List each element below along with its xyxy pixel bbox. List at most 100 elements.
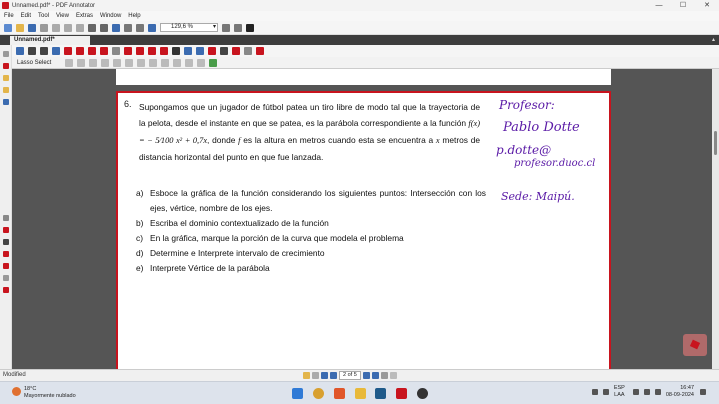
new-icon[interactable] <box>4 23 12 32</box>
first-page-icon[interactable] <box>321 372 328 379</box>
store-icon[interactable] <box>375 388 386 399</box>
handwritten-profesor-label[interactable]: Profesor: <box>499 98 555 112</box>
favorites-panel-icon[interactable] <box>3 215 9 221</box>
distribute-icon[interactable] <box>125 58 134 67</box>
delete-icon[interactable] <box>197 58 206 67</box>
layers-panel-icon[interactable] <box>3 275 9 281</box>
hand-tool-icon[interactable] <box>112 23 120 32</box>
zoom-select[interactable]: 129,6 % <box>160 23 218 32</box>
notes-panel-icon[interactable] <box>3 87 9 93</box>
pages-panel-icon[interactable] <box>3 51 9 57</box>
favorites-icon[interactable] <box>256 47 264 55</box>
file-explorer-icon[interactable] <box>355 388 366 399</box>
menu-edit[interactable]: Edit <box>21 13 31 19</box>
microphone-icon[interactable] <box>602 389 609 395</box>
zoom-in-icon[interactable] <box>124 23 132 32</box>
open-icon[interactable] <box>16 23 24 32</box>
ellipse-icon[interactable] <box>160 47 168 55</box>
grid-icon[interactable] <box>244 47 252 55</box>
menu-extras[interactable]: Extras <box>76 13 93 19</box>
fullscreen-icon[interactable] <box>246 23 254 32</box>
tab-unnamed-pdf[interactable]: Unnamed.pdf* <box>10 36 90 45</box>
handwritten-email-user[interactable]: p.dotte@ <box>496 143 551 157</box>
weather-widget[interactable]: 18°C Mayormente nublado <box>24 386 76 400</box>
cut-icon[interactable] <box>52 23 60 32</box>
duplicate-icon[interactable] <box>185 58 194 67</box>
stamp-icon[interactable] <box>100 47 108 55</box>
image-icon[interactable] <box>208 47 216 55</box>
bring-front-icon[interactable] <box>101 58 110 67</box>
link-icon[interactable] <box>184 47 192 55</box>
zoom-out-icon[interactable] <box>136 23 144 32</box>
size-icon[interactable] <box>161 58 170 67</box>
marker-panel-icon[interactable] <box>3 251 9 257</box>
rectangle-icon[interactable] <box>148 47 156 55</box>
arrow-icon[interactable] <box>136 47 144 55</box>
magnifier-icon[interactable] <box>52 47 60 55</box>
print-icon[interactable] <box>40 23 48 32</box>
lock-icon[interactable] <box>173 58 182 67</box>
select-tool-icon[interactable] <box>16 47 24 55</box>
start-icon[interactable] <box>292 388 303 399</box>
weather-icon[interactable] <box>12 387 21 396</box>
network-icon[interactable] <box>632 389 639 395</box>
redo-icon[interactable] <box>100 23 108 32</box>
menu-help[interactable]: Help <box>128 13 140 19</box>
bookmark-icon[interactable] <box>303 372 310 379</box>
pen-panel-icon[interactable] <box>3 239 9 245</box>
thumbnails-icon[interactable] <box>312 372 319 379</box>
pointer-icon[interactable] <box>232 47 240 55</box>
line-icon[interactable] <box>124 47 132 55</box>
close-button[interactable]: ✕ <box>695 0 719 11</box>
eraser-icon[interactable] <box>88 47 96 55</box>
pen-icon[interactable] <box>64 47 72 55</box>
battery-icon[interactable] <box>654 389 661 395</box>
chevron-up-icon[interactable] <box>591 389 598 395</box>
brave-icon[interactable] <box>334 388 345 399</box>
menu-file[interactable]: File <box>4 13 14 19</box>
ungroup-icon[interactable] <box>89 58 98 67</box>
pdf-page[interactable]: 6. Supongamos que un jugador de fútbol p… <box>116 91 611 376</box>
rotate-icon[interactable] <box>137 58 146 67</box>
floating-pen-button[interactable] <box>683 334 707 356</box>
menu-view[interactable]: View <box>56 13 69 19</box>
settings-panel-icon[interactable] <box>3 287 9 293</box>
fit-page-icon[interactable] <box>234 23 242 32</box>
last-page-icon[interactable] <box>371 372 379 379</box>
flip-icon[interactable] <box>149 58 158 67</box>
align-icon[interactable] <box>65 58 74 67</box>
fit-width-icon[interactable] <box>222 23 230 32</box>
paste-icon[interactable] <box>76 23 84 32</box>
lasso-icon[interactable] <box>40 47 48 55</box>
send-back-icon[interactable] <box>113 58 122 67</box>
vertical-scrollbar[interactable] <box>712 69 719 369</box>
steam-icon[interactable] <box>417 388 428 399</box>
page-indicator[interactable]: 2 of 5 <box>339 371 361 380</box>
stamps-panel-icon[interactable] <box>3 63 9 69</box>
select-text-icon[interactable] <box>28 47 36 55</box>
heart-icon[interactable] <box>3 227 9 233</box>
zoom-icon[interactable] <box>148 23 156 32</box>
forward-icon[interactable] <box>389 372 397 379</box>
marker-icon[interactable] <box>112 47 120 55</box>
group-icon[interactable] <box>77 58 86 67</box>
highlighter-icon[interactable] <box>76 47 84 55</box>
notifications-icon[interactable] <box>700 389 706 395</box>
folders-panel-icon[interactable] <box>3 75 9 81</box>
copilot-icon[interactable] <box>313 388 324 399</box>
clock[interactable]: 16:47 08-09-2024 <box>666 385 694 399</box>
shapes-icon[interactable] <box>220 47 228 55</box>
scrollbar-thumb[interactable] <box>714 131 717 155</box>
next-page-icon[interactable] <box>362 372 370 379</box>
snap-icon[interactable] <box>209 58 218 67</box>
undo-icon[interactable] <box>88 23 96 32</box>
pdf-annotator-icon[interactable] <box>396 388 407 399</box>
lasso-select-icon[interactable] <box>196 47 204 55</box>
handwritten-campus[interactable]: Sede: Maipú. <box>501 190 575 203</box>
language-indicator[interactable]: ESP LAA <box>614 385 625 399</box>
menu-tool[interactable]: Tool <box>38 13 49 19</box>
links-panel-icon[interactable] <box>3 99 9 105</box>
handwritten-professor-name[interactable]: Pablo Dotte <box>503 120 580 135</box>
minimize-button[interactable]: — <box>647 0 671 11</box>
menu-window[interactable]: Window <box>100 13 121 19</box>
